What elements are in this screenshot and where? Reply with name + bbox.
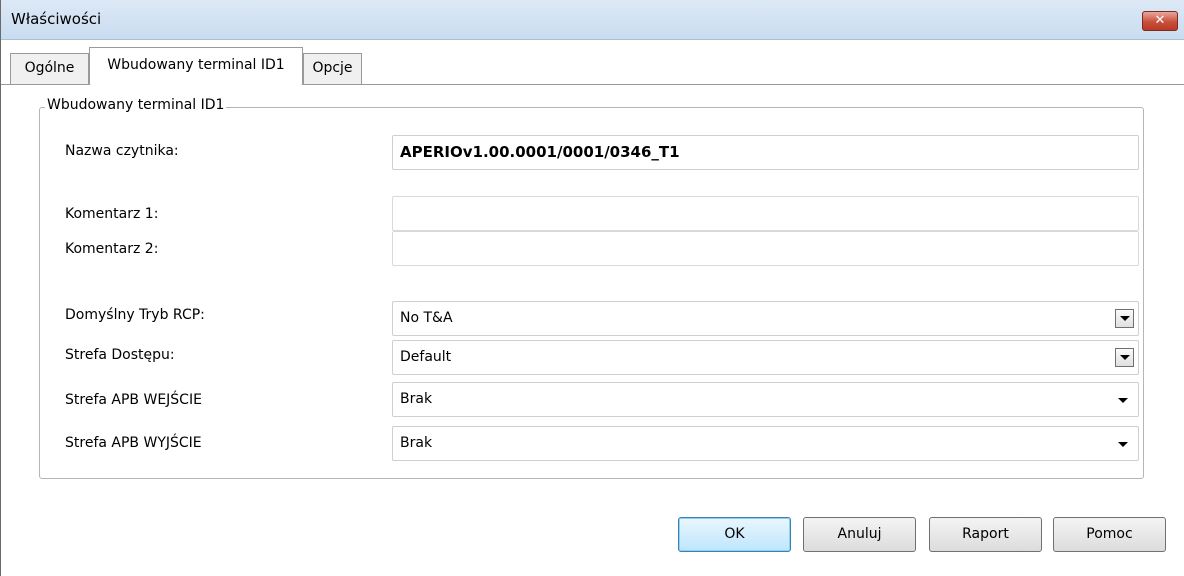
apb-in-value: Brak bbox=[400, 391, 433, 407]
reader-name-label: Nazwa czytnika: bbox=[65, 143, 179, 159]
tab-general[interactable]: Ogólne bbox=[10, 53, 89, 84]
close-icon: ✕ bbox=[1154, 13, 1166, 28]
rcp-mode-select[interactable]: No T&A bbox=[392, 301, 1139, 336]
apb-in-select[interactable]: Brak bbox=[392, 382, 1139, 417]
title-bar: Właściwości ✕ bbox=[1, 0, 1184, 40]
tab-builtin-terminal[interactable]: Wbudowany terminal ID1 bbox=[89, 47, 303, 85]
reader-name-input[interactable]: APERIOv1.00.0001/0001/0346_T1 bbox=[392, 135, 1139, 170]
window-title: Właściwości bbox=[11, 10, 102, 28]
close-button[interactable]: ✕ bbox=[1142, 11, 1178, 31]
apb-out-select[interactable]: Brak bbox=[392, 426, 1139, 461]
groupbox-legend: Wbudowany terminal ID1 bbox=[45, 97, 227, 113]
rcp-mode-value: No T&A bbox=[400, 310, 453, 326]
properties-dialog: Właściwości ✕ Ogólne Wbudowany terminal … bbox=[0, 0, 1184, 576]
access-zone-label: Strefa Dostępu: bbox=[65, 347, 175, 363]
report-button[interactable]: Raport bbox=[929, 517, 1042, 552]
rcp-mode-label: Domyślny Tryb RCP: bbox=[65, 307, 205, 323]
comment1-label: Komentarz 1: bbox=[65, 206, 159, 222]
access-zone-value: Default bbox=[400, 349, 452, 365]
chevron-down-icon[interactable] bbox=[1115, 309, 1134, 328]
comment2-input[interactable] bbox=[392, 231, 1139, 266]
chevron-down-icon[interactable] bbox=[1115, 348, 1134, 367]
dropdown-arrow-icon bbox=[1118, 398, 1128, 403]
apb-out-label: Strefa APB WYJŚCIE bbox=[65, 435, 202, 451]
dropdown-arrow-icon bbox=[1118, 442, 1128, 447]
access-zone-select[interactable]: Default bbox=[392, 340, 1139, 375]
apb-in-label: Strefa APB WEJŚCIE bbox=[65, 392, 202, 408]
comment2-label: Komentarz 2: bbox=[65, 241, 159, 257]
help-button[interactable]: Pomoc bbox=[1053, 517, 1166, 552]
tab-options[interactable]: Opcje bbox=[303, 53, 362, 84]
comment1-input[interactable] bbox=[392, 196, 1139, 231]
ok-button[interactable]: OK bbox=[678, 517, 791, 552]
apb-out-value: Brak bbox=[400, 435, 433, 451]
cancel-button[interactable]: Anuluj bbox=[803, 517, 916, 552]
